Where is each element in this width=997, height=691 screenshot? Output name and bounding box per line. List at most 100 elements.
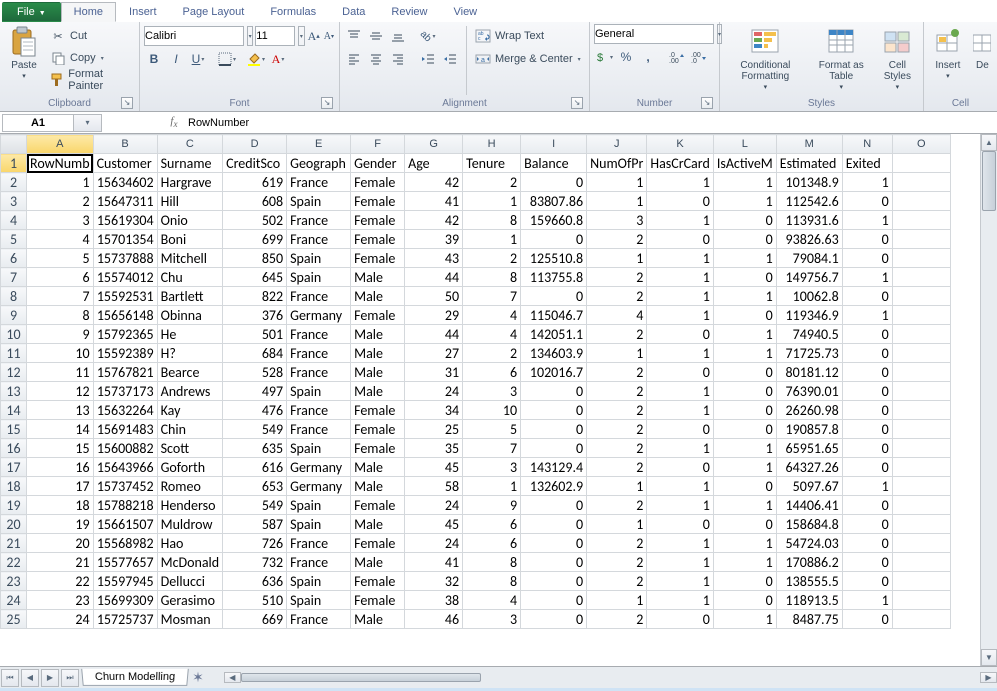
cell[interactable]: 0 <box>713 420 776 439</box>
cell[interactable]: 101348.9 <box>776 173 842 192</box>
cell[interactable]: 19 <box>27 515 94 534</box>
cell[interactable]: 0 <box>521 572 587 591</box>
cell[interactable] <box>892 572 950 591</box>
copy-button[interactable]: Copy▾ <box>48 48 135 68</box>
cell[interactable]: Spain <box>287 268 351 287</box>
cell[interactable]: Female <box>351 496 405 515</box>
cell[interactable]: 0 <box>842 420 892 439</box>
cell[interactable]: 0 <box>842 496 892 515</box>
cell[interactable]: 0 <box>842 458 892 477</box>
cell[interactable]: Boni <box>157 230 223 249</box>
wrap-text-button[interactable]: abcWrap Text <box>473 26 583 46</box>
cell[interactable]: 190857.8 <box>776 420 842 439</box>
cell[interactable]: 24 <box>405 382 463 401</box>
cell[interactable]: 645 <box>223 268 287 287</box>
cell[interactable]: 2 <box>587 268 647 287</box>
cell[interactable]: 0 <box>842 534 892 553</box>
col-header-B[interactable]: B <box>93 135 157 154</box>
cell[interactable]: 1 <box>713 344 776 363</box>
cell[interactable] <box>892 401 950 420</box>
cell[interactable]: NumOfPr <box>587 154 647 173</box>
col-header-L[interactable]: L <box>713 135 776 154</box>
cell[interactable]: 549 <box>223 496 287 515</box>
cell[interactable]: 142051.1 <box>521 325 587 344</box>
cell[interactable]: 80181.12 <box>776 363 842 382</box>
chevron-down-icon[interactable]: ▾ <box>298 26 304 46</box>
cell[interactable]: 17 <box>27 477 94 496</box>
cell[interactable]: 1 <box>647 306 713 325</box>
cell[interactable]: Hargrave <box>157 173 223 192</box>
cell[interactable]: Germany <box>287 477 351 496</box>
cell[interactable]: Hill <box>157 192 223 211</box>
col-header-H[interactable]: H <box>463 135 521 154</box>
cell[interactable]: 1 <box>842 211 892 230</box>
row-header-3[interactable]: 3 <box>1 192 27 211</box>
row-header-21[interactable]: 21 <box>1 534 27 553</box>
cell[interactable]: 476 <box>223 401 287 420</box>
cell[interactable]: 616 <box>223 458 287 477</box>
cell[interactable]: 0 <box>713 230 776 249</box>
cell[interactable]: 4 <box>463 591 521 610</box>
cell[interactable]: 0 <box>647 325 713 344</box>
cell[interactable]: 15792365 <box>93 325 157 344</box>
cell[interactable]: Female <box>351 401 405 420</box>
cell[interactable]: 112542.6 <box>776 192 842 211</box>
cell[interactable]: Mosman <box>157 610 223 629</box>
cell[interactable]: Spain <box>287 439 351 458</box>
cell[interactable]: Spain <box>287 515 351 534</box>
shrink-font-button[interactable]: A▾ <box>323 26 335 46</box>
cell[interactable]: 0 <box>521 591 587 610</box>
cell[interactable]: 31 <box>405 363 463 382</box>
cell[interactable]: France <box>287 173 351 192</box>
cell[interactable]: 4 <box>463 306 521 325</box>
cell[interactable]: 510 <box>223 591 287 610</box>
cell[interactable]: 0 <box>647 363 713 382</box>
cell[interactable]: 29 <box>405 306 463 325</box>
cell[interactable]: 45 <box>405 458 463 477</box>
cell[interactable]: Male <box>351 458 405 477</box>
row-header-22[interactable]: 22 <box>1 553 27 572</box>
cell[interactable]: 1 <box>647 553 713 572</box>
cell[interactable]: Obinna <box>157 306 223 325</box>
number-format-combo[interactable] <box>594 24 714 44</box>
cell[interactable]: 1 <box>587 192 647 211</box>
cell[interactable]: 2 <box>587 553 647 572</box>
scroll-up-button[interactable]: ▲ <box>981 134 997 151</box>
cell[interactable]: Male <box>351 515 405 534</box>
row-header-15[interactable]: 15 <box>1 420 27 439</box>
tab-file[interactable]: File▼ <box>2 2 61 22</box>
cell[interactable]: Male <box>351 363 405 382</box>
col-header-F[interactable]: F <box>351 135 405 154</box>
cell[interactable]: Romeo <box>157 477 223 496</box>
decrease-decimal-button[interactable]: .00.0 <box>689 47 709 67</box>
cell[interactable]: 15592531 <box>93 287 157 306</box>
row-header-1[interactable]: 1 <box>1 154 27 173</box>
row-header-17[interactable]: 17 <box>1 458 27 477</box>
cell[interactable]: 44 <box>405 268 463 287</box>
row-header-6[interactable]: 6 <box>1 249 27 268</box>
cell[interactable]: 158684.8 <box>776 515 842 534</box>
cell[interactable]: 1 <box>713 610 776 629</box>
cell[interactable]: 15737173 <box>93 382 157 401</box>
cell[interactable]: 15788218 <box>93 496 157 515</box>
cell[interactable]: 822 <box>223 287 287 306</box>
cell[interactable]: 41 <box>405 553 463 572</box>
name-box-input[interactable] <box>3 115 73 131</box>
cell[interactable]: Male <box>351 553 405 572</box>
cell[interactable]: 143129.4 <box>521 458 587 477</box>
cell[interactable]: 1 <box>713 553 776 572</box>
cell[interactable]: 35 <box>405 439 463 458</box>
cell[interactable]: 1 <box>647 401 713 420</box>
cell[interactable]: 0 <box>713 382 776 401</box>
accounting-button[interactable]: $▾ <box>594 47 614 67</box>
cell[interactable]: 0 <box>842 363 892 382</box>
cell[interactable]: 2 <box>587 420 647 439</box>
cell[interactable]: 0 <box>647 192 713 211</box>
tab-formulas[interactable]: Formulas <box>257 2 329 22</box>
chevron-down-icon[interactable]: ▾ <box>247 26 253 46</box>
cell[interactable]: 2 <box>27 192 94 211</box>
row-header-11[interactable]: 11 <box>1 344 27 363</box>
cell[interactable]: 0 <box>521 230 587 249</box>
row-header-14[interactable]: 14 <box>1 401 27 420</box>
align-left-button[interactable] <box>344 49 364 69</box>
